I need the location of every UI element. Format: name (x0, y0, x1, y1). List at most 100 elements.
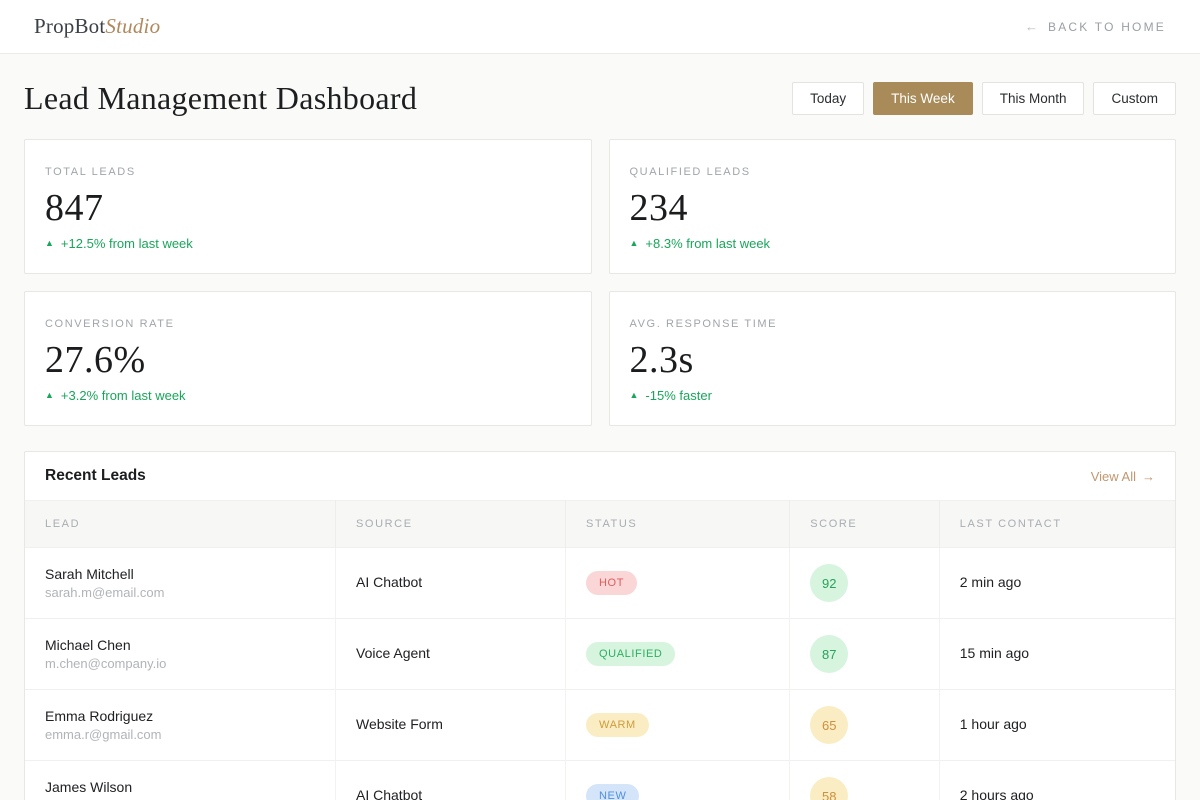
brand-logo[interactable]: PropBotStudio (34, 14, 160, 39)
stat-change: ▲ +8.3% from last week (630, 236, 1156, 251)
view-all-arrow-icon: → (1142, 469, 1155, 484)
last-contact-time: 2 min ago (960, 574, 1021, 590)
lead-email: m.chen@company.io (45, 656, 315, 671)
lead-name: Sarah Mitchell (45, 566, 315, 582)
score-badge: 65 (810, 706, 848, 744)
trend-up-icon: ▲ (630, 391, 639, 400)
back-to-home-label: BACK TO HOME (1048, 20, 1166, 34)
last-contact-cell: 2 min ago (939, 548, 1175, 619)
status-badge: WARM (586, 713, 649, 737)
stat-change-text: +12.5% from last week (61, 236, 193, 251)
score-cell: 92 (790, 548, 940, 619)
lead-name: Emma Rodriguez (45, 708, 315, 724)
lead-cell: Michael Chen m.chen@company.io (25, 619, 336, 690)
last-contact-time: 15 min ago (960, 645, 1029, 661)
source-cell: AI Chatbot (336, 761, 566, 800)
stat-value: 27.6% (45, 338, 571, 382)
stat-card: QUALIFIED LEADS 234 ▲ +8.3% from last we… (609, 139, 1177, 274)
column-header-score: SCORE (790, 501, 940, 548)
status-badge: QUALIFIED (586, 642, 675, 666)
lead-source: AI Chatbot (356, 574, 422, 590)
score-cell: 58 (790, 761, 940, 800)
source-cell: Voice Agent (336, 619, 566, 690)
stat-value: 2.3s (630, 338, 1156, 382)
lead-email: emma.r@gmail.com (45, 727, 315, 742)
leads-table-body: Sarah Mitchell sarah.m@email.com AI Chat… (25, 548, 1175, 800)
last-contact-time: 1 hour ago (960, 716, 1027, 732)
lead-table-row[interactable]: Michael Chen m.chen@company.io Voice Age… (25, 619, 1175, 690)
score-badge: 92 (810, 564, 848, 602)
page-title: Lead Management Dashboard (24, 80, 417, 117)
recent-leads-header: Recent Leads View All → (25, 452, 1175, 500)
date-range-filters: Today This Week This MonthCustom (792, 82, 1176, 115)
score-cell: 65 (790, 690, 940, 761)
stats-grid: TOTAL LEADS 847 ▲ +12.5% from last week … (24, 139, 1176, 426)
top-bar: PropBotStudio ← BACK TO HOME (0, 0, 1200, 54)
column-header-last-contact: LAST CONTACT (939, 501, 1175, 548)
back-arrow-icon: ← (1025, 19, 1038, 34)
recent-leads-card: Recent Leads View All → LEADSOURCESTATUS… (24, 451, 1176, 800)
leads-header-row: LEADSOURCESTATUSSCORELAST CONTACT (25, 501, 1175, 548)
last-contact-cell: 1 hour ago (939, 690, 1175, 761)
trend-up-icon: ▲ (45, 239, 54, 248)
filter-this-week[interactable]: This Week (873, 82, 973, 115)
stat-card: AVG. RESPONSE TIME 2.3s ▲ -15% faster (609, 291, 1177, 426)
lead-cell: Sarah Mitchell sarah.m@email.com (25, 548, 336, 619)
last-contact-time: 2 hours ago (960, 787, 1034, 800)
stat-change: ▲ +3.2% from last week (45, 388, 571, 403)
lead-source: Voice Agent (356, 645, 430, 661)
leads-table: LEADSOURCESTATUSSCORELAST CONTACT Sarah … (25, 500, 1175, 800)
score-badge: 87 (810, 635, 848, 673)
stat-value: 847 (45, 186, 571, 230)
last-contact-cell: 15 min ago (939, 619, 1175, 690)
filter-custom[interactable]: Custom (1093, 82, 1176, 115)
dashboard-main: Lead Management Dashboard Today This Week… (0, 54, 1200, 800)
recent-leads-title: Recent Leads (45, 467, 146, 485)
lead-name: James Wilson (45, 779, 315, 795)
stat-label: CONVERSION RATE (45, 318, 571, 330)
source-cell: Website Form (336, 690, 566, 761)
stat-change-text: -15% faster (645, 388, 711, 403)
brand-name: PropBot (34, 14, 105, 38)
stat-label: TOTAL LEADS (45, 166, 571, 178)
lead-table-row[interactable]: Emma Rodriguez emma.r@gmail.com Website … (25, 690, 1175, 761)
lead-source: Website Form (356, 716, 443, 732)
column-header-status: STATUS (566, 501, 790, 548)
stat-change-text: +8.3% from last week (645, 236, 770, 251)
status-cell: NEW (566, 761, 790, 800)
last-contact-cell: 2 hours ago (939, 761, 1175, 800)
stat-change: ▲ -15% faster (630, 388, 1156, 403)
status-badge: NEW (586, 784, 639, 800)
stat-card: CONVERSION RATE 27.6% ▲ +3.2% from last … (24, 291, 592, 426)
view-all-link[interactable]: View All → (1091, 469, 1155, 484)
score-cell: 87 (790, 619, 940, 690)
page-header: Lead Management Dashboard Today This Week… (24, 80, 1176, 117)
filter-this-month[interactable]: This Month (982, 82, 1085, 115)
trend-up-icon: ▲ (45, 391, 54, 400)
column-header-source: SOURCE (336, 501, 566, 548)
stat-change-text: +3.2% from last week (61, 388, 186, 403)
stat-label: QUALIFIED LEADS (630, 166, 1156, 178)
score-badge: 58 (810, 777, 848, 800)
source-cell: AI Chatbot (336, 548, 566, 619)
status-cell: WARM (566, 690, 790, 761)
filter-today[interactable]: Today (792, 82, 864, 115)
stat-change: ▲ +12.5% from last week (45, 236, 571, 251)
status-cell: HOT (566, 548, 790, 619)
lead-cell: James Wilson jwilson@business.com (25, 761, 336, 800)
column-header-lead: LEAD (25, 501, 336, 548)
lead-email: sarah.m@email.com (45, 585, 315, 600)
lead-name: Michael Chen (45, 637, 315, 653)
lead-table-row[interactable]: Sarah Mitchell sarah.m@email.com AI Chat… (25, 548, 1175, 619)
stat-value: 234 (630, 186, 1156, 230)
stat-label: AVG. RESPONSE TIME (630, 318, 1156, 330)
lead-table-row[interactable]: James Wilson jwilson@business.com AI Cha… (25, 761, 1175, 800)
lead-cell: Emma Rodriguez emma.r@gmail.com (25, 690, 336, 761)
back-to-home-link[interactable]: ← BACK TO HOME (1025, 19, 1166, 34)
trend-up-icon: ▲ (630, 239, 639, 248)
status-badge: HOT (586, 571, 637, 595)
stat-card: TOTAL LEADS 847 ▲ +12.5% from last week (24, 139, 592, 274)
lead-source: AI Chatbot (356, 787, 422, 800)
leads-table-header: LEADSOURCESTATUSSCORELAST CONTACT (25, 501, 1175, 548)
view-all-label: View All (1091, 469, 1136, 484)
